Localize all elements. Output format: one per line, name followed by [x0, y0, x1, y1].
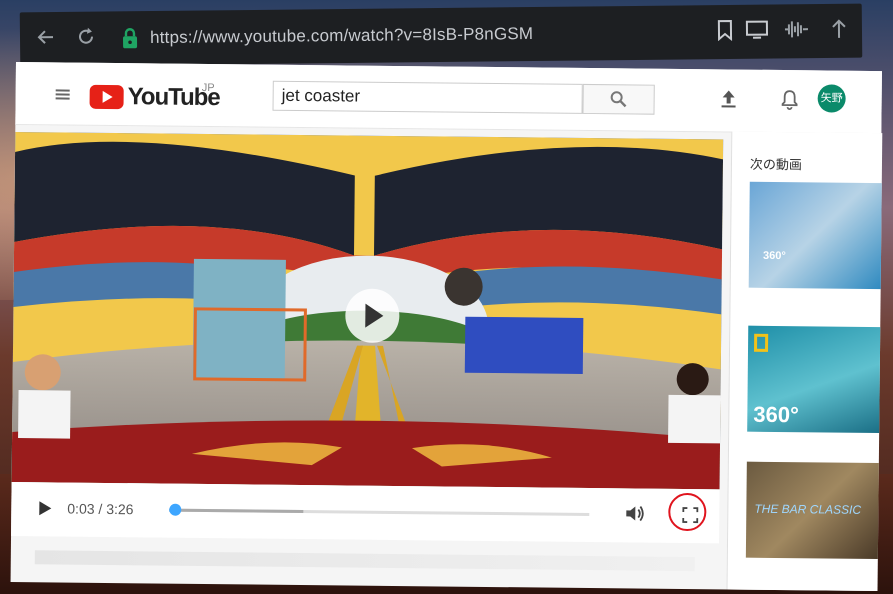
lock-icon [120, 27, 140, 49]
player-controls: 0:03 / 3:26 [11, 481, 720, 544]
menu-icon[interactable] [55, 89, 70, 100]
waveform-icon[interactable] [782, 18, 810, 44]
notification-bell-icon[interactable] [780, 88, 800, 110]
progress-buffered [169, 508, 304, 514]
search-icon [610, 91, 627, 108]
upload-icon[interactable] [720, 87, 738, 109]
back-arrow-icon[interactable] [34, 26, 58, 52]
video-title-area [34, 550, 695, 572]
avatar[interactable]: 矢野 [817, 84, 846, 113]
thumbnail-3-badge: THE BAR CLASSIC [754, 501, 862, 517]
tab-switch-icon[interactable] [744, 19, 770, 45]
progress-bar[interactable] [169, 503, 590, 517]
duration: 3:26 [106, 500, 134, 518]
search-button[interactable] [582, 83, 655, 115]
search-input[interactable]: jet coaster [272, 80, 583, 114]
national-geographic-logo [754, 333, 769, 352]
thumbnail-1[interactable]: 360° [748, 181, 882, 290]
thumbnail-1-badge: 360° [762, 249, 786, 263]
youtube-header: YouTube JP jet coaster 矢野 [15, 62, 882, 135]
volume-icon[interactable] [623, 502, 647, 524]
up-next-sidebar: 次の動画 360° 360° THE BAR CLASSIC [726, 131, 883, 592]
up-next-heading: 次の動画 [749, 156, 803, 173]
thumbnail-2[interactable]: 360° [747, 325, 881, 434]
progress-scrubber[interactable] [169, 503, 182, 516]
up-arrow-icon[interactable] [828, 18, 850, 44]
annotation-circle [668, 492, 707, 532]
play-icon[interactable] [35, 498, 53, 518]
youtube-logo-icon [89, 84, 124, 110]
logo-region: JP [201, 81, 215, 95]
thumbnail-2-badge: 360° [753, 401, 799, 428]
current-time: 0:03 [67, 500, 95, 517]
address-bar-url[interactable]: https://www.youtube.com/watch?v=8IsB-P8n… [150, 24, 533, 48]
youtube-page: YouTube JP jet coaster 矢野 0:03 / 3:26 次の… [10, 62, 883, 592]
time-separator: / [94, 500, 107, 517]
browser-toolbar: https://www.youtube.com/watch?v=8IsB-P8n… [19, 3, 863, 67]
video-scene [11, 131, 724, 490]
video-frame[interactable] [11, 131, 724, 490]
time-display: 0:03 / 3:26 [67, 501, 133, 518]
thumbnail-3[interactable]: THE BAR CLASSIC [745, 461, 879, 560]
reload-icon[interactable] [74, 26, 98, 52]
bookmark-icon[interactable] [714, 19, 736, 45]
